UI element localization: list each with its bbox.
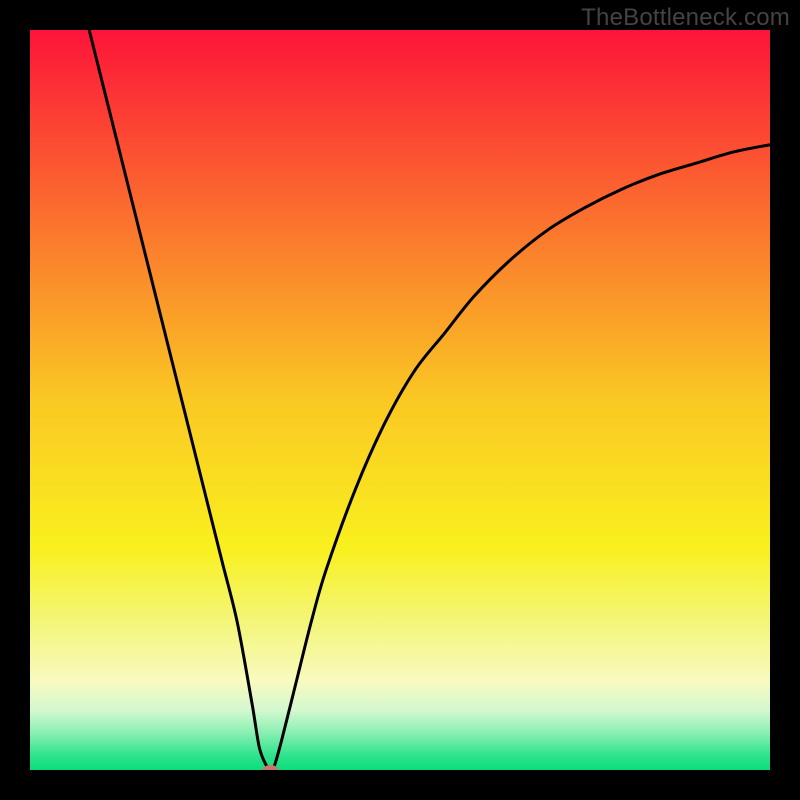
curve-layer	[30, 30, 770, 770]
chart-frame: TheBottleneck.com	[0, 0, 800, 800]
watermark-text: TheBottleneck.com	[581, 4, 790, 32]
plot-area	[30, 30, 770, 770]
bottleneck-curve	[89, 30, 770, 770]
